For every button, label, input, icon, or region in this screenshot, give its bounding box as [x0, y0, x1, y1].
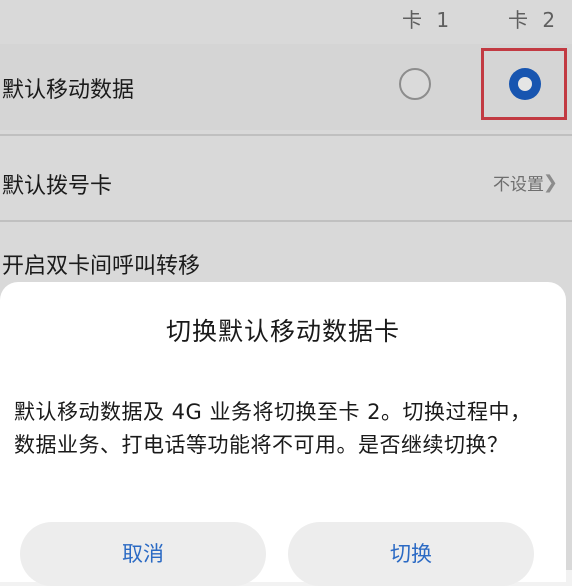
dialog-title: 切换默认移动数据卡	[165, 317, 400, 346]
switch-button[interactable]: 切换	[288, 522, 534, 586]
switch-data-card-dialog: 切换默认移动数据卡 默认移动数据及 4G 业务将切换至卡 2。切换过程中，数据业…	[0, 282, 566, 586]
dialog-message: 默认移动数据及 4G 业务将切换至卡 2。切换过程中，数据业务、打电话等功能将不…	[14, 400, 532, 457]
cancel-button[interactable]: 取消	[20, 522, 266, 586]
